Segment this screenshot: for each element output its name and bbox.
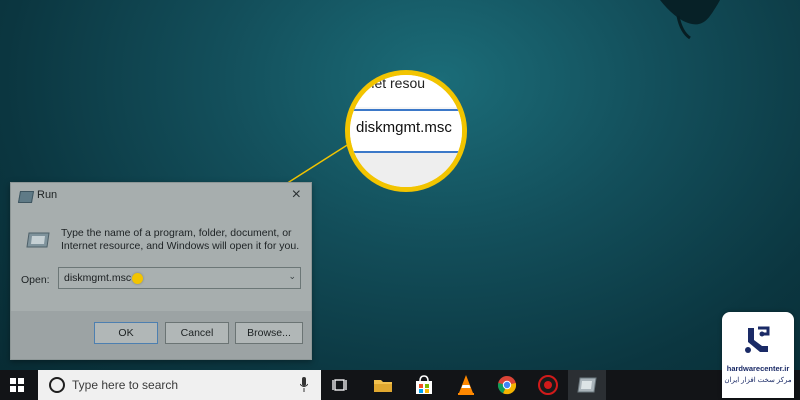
background-creature-shadow xyxy=(660,0,720,40)
microphone-icon[interactable] xyxy=(300,377,308,393)
run-dialog-description: Type the name of a program, folder, docu… xyxy=(61,227,301,253)
open-input[interactable]: diskmgmt.msc ⌄ xyxy=(58,267,301,289)
taskbar-search-box[interactable]: Type here to search xyxy=(38,370,321,400)
file-explorer-icon[interactable] xyxy=(372,374,394,396)
chrome-icon[interactable] xyxy=(496,374,518,396)
run-app-icon xyxy=(17,191,35,203)
vlc-icon[interactable] xyxy=(455,374,477,396)
run-dialog-titlebar[interactable]: Run × xyxy=(11,183,311,209)
description-line: Internet resource, and Windows will open… xyxy=(61,240,300,252)
open-input-value: diskmgmt.msc xyxy=(64,272,132,284)
run-dialog-title: Run xyxy=(37,189,58,201)
open-label: Open: xyxy=(21,274,50,286)
windows-start-icon[interactable] xyxy=(10,378,24,392)
ok-button[interactable]: OK xyxy=(94,322,158,344)
watermark-badge: hardwarecenter.ir مرکز سخت افزار ایران xyxy=(722,312,794,398)
store-icon[interactable] xyxy=(413,374,435,396)
run-app-icon xyxy=(577,377,597,393)
run-program-icon xyxy=(26,232,50,248)
task-view-icon[interactable] xyxy=(330,374,352,396)
zoom-input-field: diskmgmt.msc xyxy=(350,109,462,153)
taskbar-active-run[interactable] xyxy=(568,370,606,400)
description-line: Type the name of a program, folder, docu… xyxy=(61,227,292,239)
zoom-callout: rnet resou diskmgmt.msc xyxy=(345,70,467,192)
run-dialog: Run × Type the name of a program, folder… xyxy=(10,182,312,360)
watermark-persian-text: مرکز سخت افزار ایران xyxy=(724,377,792,384)
security-app-icon[interactable] xyxy=(537,374,559,396)
cancel-button[interactable]: Cancel xyxy=(165,322,229,344)
callout-anchor-dot xyxy=(132,273,143,284)
chevron-down-icon[interactable]: ⌄ xyxy=(288,271,296,282)
zoom-description-fragment: rnet resou xyxy=(362,75,426,91)
close-button[interactable]: × xyxy=(292,186,301,204)
watermark-site: hardwarecenter.ir xyxy=(726,364,790,373)
browse-button[interactable]: Browse... xyxy=(235,322,303,344)
zoom-top-area: rnet resou xyxy=(350,75,462,107)
zoom-input-value: diskmgmt.msc xyxy=(356,119,452,136)
search-placeholder: Type here to search xyxy=(72,378,179,392)
zoom-bottom-area xyxy=(350,153,462,187)
hardwarecenter-logo-icon xyxy=(740,322,776,358)
taskbar: Type here to search xyxy=(0,370,800,400)
cortana-icon xyxy=(49,377,65,393)
